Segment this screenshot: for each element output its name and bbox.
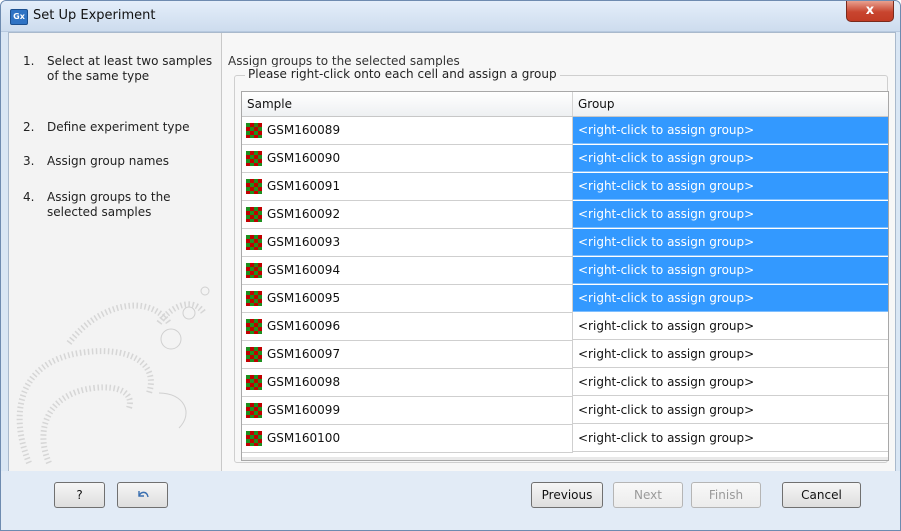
expression-array-icon <box>246 347 262 362</box>
table-row[interactable]: GSM160096 <right-click to assign group> <box>242 313 888 341</box>
table-row[interactable]: GSM160098 <right-click to assign group> <box>242 369 888 397</box>
sample-cell[interactable]: GSM160092 <box>242 201 573 229</box>
app-logo-icon: Gx <box>10 9 28 25</box>
group-cell[interactable]: <right-click to assign group> <box>573 313 888 340</box>
sample-cell[interactable]: GSM160091 <box>242 173 573 201</box>
table-row[interactable]: GSM160097 <right-click to assign group> <box>242 341 888 369</box>
group-cell[interactable]: <right-click to assign group> <box>573 145 888 172</box>
sample-cell[interactable]: GSM160100 <box>242 425 573 453</box>
reset-button[interactable] <box>117 482 168 508</box>
cancel-button[interactable]: Cancel <box>782 482 861 508</box>
group-cell[interactable]: <right-click to assign group> <box>573 229 888 256</box>
sample-name: GSM160092 <box>267 207 341 221</box>
help-button[interactable]: ? <box>54 482 105 508</box>
group-cell[interactable]: <right-click to assign group> <box>573 173 888 200</box>
step-label: Assign groups to the selected samples <box>47 190 171 219</box>
column-header-sample[interactable]: Sample <box>242 92 573 116</box>
table-row[interactable]: GSM160092 <right-click to assign group> <box>242 201 888 229</box>
group-cell[interactable]: <right-click to assign group> <box>573 369 888 396</box>
sample-name: GSM160100 <box>267 431 341 445</box>
sample-name: GSM160097 <box>267 347 341 361</box>
table-header: Sample Group <box>242 92 888 117</box>
expression-array-icon <box>246 403 262 418</box>
expression-array-icon <box>246 291 262 306</box>
expression-array-icon <box>246 151 262 166</box>
title-bar: Gx Set Up Experiment x <box>1 1 900 32</box>
sample-name: GSM160098 <box>267 375 341 389</box>
group-cell[interactable]: <right-click to assign group> <box>573 397 888 424</box>
assignment-groupbox: Please right-click onto each cell and as… <box>234 67 889 463</box>
sample-group-table: Sample Group GSM160089 <right-click to as… <box>241 91 889 461</box>
table-row[interactable]: GSM160095 <right-click to assign group> <box>242 285 888 313</box>
group-cell[interactable]: <right-click to assign group> <box>573 341 888 368</box>
dialog-footer: ? Previous Next Finish Cancel <box>1 471 900 530</box>
expression-array-icon <box>246 431 262 446</box>
undo-arrow-icon <box>137 491 149 498</box>
dna-swirl-watermark-icon <box>16 286 210 465</box>
expression-array-icon <box>246 319 262 334</box>
step-label: Define experiment type <box>47 120 190 134</box>
sample-name: GSM160095 <box>267 291 341 305</box>
sample-cell[interactable]: GSM160095 <box>242 285 573 313</box>
horizontal-scrollbar[interactable] <box>242 457 888 460</box>
sample-name: GSM160090 <box>267 151 341 165</box>
close-button[interactable]: x <box>846 1 894 22</box>
step-number: 1. <box>23 54 35 68</box>
table-row[interactable]: GSM160099 <right-click to assign group> <box>242 397 888 425</box>
expression-array-icon <box>246 179 262 194</box>
step-label: Assign group names <box>47 154 170 168</box>
sample-name: GSM160089 <box>267 123 341 137</box>
table-row[interactable]: GSM160094 <right-click to assign group> <box>242 257 888 285</box>
expression-array-icon <box>246 123 262 138</box>
dialog-body: 1. Select at least two samples of the sa… <box>8 32 896 472</box>
step-number: 3. <box>23 154 35 168</box>
group-cell[interactable]: <right-click to assign group> <box>573 285 888 312</box>
table-row[interactable]: GSM160090 <right-click to assign group> <box>242 145 888 173</box>
table-row[interactable]: GSM160100 <right-click to assign group> <box>242 425 888 453</box>
step-label: Select at least two samples of the same … <box>47 54 213 83</box>
group-cell[interactable]: <right-click to assign group> <box>573 117 888 144</box>
sample-cell[interactable]: GSM160094 <box>242 257 573 285</box>
table-row[interactable]: GSM160093 <right-click to assign group> <box>242 229 888 257</box>
page-heading: Assign groups to the selected samples <box>228 54 460 68</box>
group-cell[interactable]: <right-click to assign group> <box>573 425 888 452</box>
group-cell[interactable]: <right-click to assign group> <box>573 257 888 284</box>
sample-cell[interactable]: GSM160098 <box>242 369 573 397</box>
sample-cell[interactable]: GSM160097 <box>242 341 573 369</box>
sample-cell[interactable]: GSM160093 <box>242 229 573 257</box>
table-row[interactable]: GSM160091 <right-click to assign group> <box>242 173 888 201</box>
window-title: Set Up Experiment <box>33 8 156 23</box>
step-number: 4. <box>23 190 35 204</box>
sample-name: GSM160099 <box>267 403 341 417</box>
expression-array-icon <box>246 207 262 222</box>
setup-experiment-dialog: Gx Set Up Experiment x 1. Select at leas… <box>0 0 901 531</box>
column-header-group[interactable]: Group <box>573 92 888 116</box>
sample-name: GSM160091 <box>267 179 341 193</box>
next-button[interactable]: Next <box>613 482 683 508</box>
sample-cell[interactable]: GSM160090 <box>242 145 573 173</box>
group-cell[interactable]: <right-click to assign group> <box>573 201 888 228</box>
finish-button[interactable]: Finish <box>691 482 761 508</box>
sample-name: GSM160094 <box>267 263 341 277</box>
previous-button[interactable]: Previous <box>531 482 603 508</box>
sample-name: GSM160096 <box>267 319 341 333</box>
expression-array-icon <box>246 235 262 250</box>
wizard-steps-panel: 1. Select at least two samples of the sa… <box>9 33 222 471</box>
sample-name: GSM160093 <box>267 235 341 249</box>
main-panel: Assign groups to the selected samples Pl… <box>222 33 895 471</box>
sample-cell[interactable]: GSM160096 <box>242 313 573 341</box>
table-row[interactable]: GSM160089 <right-click to assign group> <box>242 117 888 145</box>
sample-cell[interactable]: GSM160089 <box>242 117 573 145</box>
expression-array-icon <box>246 263 262 278</box>
sample-cell[interactable]: GSM160099 <box>242 397 573 425</box>
help-label: ? <box>76 488 83 502</box>
step-number: 2. <box>23 120 35 134</box>
groupbox-label: Please right-click onto each cell and as… <box>245 67 560 81</box>
close-icon: x <box>865 3 875 18</box>
expression-array-icon <box>246 375 262 390</box>
